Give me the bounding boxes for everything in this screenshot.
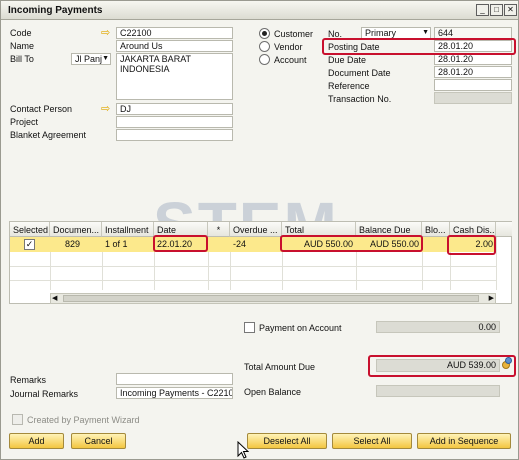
blanket-agreement-field[interactable]	[116, 129, 233, 141]
total-amount-due-label: Total Amount Due	[244, 362, 316, 372]
mouse-cursor-icon	[237, 441, 249, 459]
cell-document: 829	[65, 239, 81, 249]
reference-field[interactable]	[434, 79, 512, 91]
column-header-star[interactable]: *	[208, 222, 230, 237]
posting-date-highlight	[322, 38, 516, 55]
document-date-field[interactable]: 28.01.20	[434, 66, 512, 78]
deselect-all-button[interactable]: Deselect All	[247, 433, 327, 449]
scroll-left-icon[interactable]: ◀	[52, 294, 57, 302]
column-divider	[422, 252, 423, 290]
project-label: Project	[10, 117, 39, 127]
minimize-button[interactable]: _	[476, 4, 489, 16]
payment-wizard-label: Created by Payment Wizard	[27, 415, 140, 425]
column-divider	[282, 252, 283, 290]
title-bar[interactable]: Incoming Payments _ □ ✕	[1, 1, 518, 20]
transaction-no-field	[434, 92, 512, 104]
journal-remarks-field[interactable]: Incoming Payments - C22100	[116, 387, 233, 399]
column-header-selected[interactable]: Selected	[10, 222, 50, 237]
row-divider	[10, 266, 496, 267]
code-field[interactable]: C22100	[116, 27, 233, 39]
date-highlight	[153, 235, 208, 252]
amount-highlight	[280, 235, 423, 252]
open-balance-label: Open Balance	[244, 387, 302, 397]
transaction-no-label: Transaction No.	[328, 94, 392, 104]
bill-to-address[interactable]: JAKARTA BARAT INDONESIA	[116, 53, 233, 100]
window-title: Incoming Payments	[8, 5, 103, 16]
incoming-payments-window: Incoming Payments _ □ ✕ Code ⇨ C22100 Na…	[0, 0, 519, 460]
column-divider	[230, 252, 231, 290]
bill-to-line-2: INDONESIA	[120, 64, 170, 74]
total-amount-due-highlight	[368, 355, 516, 377]
bill-to-select[interactable]: Jl Panj ▼	[71, 53, 111, 65]
contact-person-label: Contact Person	[10, 104, 73, 114]
reference-label: Reference	[328, 81, 370, 91]
series-select-value: Primary	[365, 28, 396, 38]
add-button[interactable]: Add	[9, 433, 64, 449]
scroll-right-icon[interactable]: ▶	[489, 294, 494, 302]
payment-wizard-checkbox	[12, 414, 23, 425]
cash-discount-highlight	[447, 235, 496, 255]
close-button[interactable]: ✕	[504, 4, 517, 16]
column-divider	[450, 252, 451, 290]
maximize-button[interactable]: □	[490, 4, 503, 16]
vendor-radio[interactable]	[259, 41, 270, 52]
customer-radio[interactable]	[259, 28, 270, 39]
vendor-radio-label: Vendor	[274, 42, 303, 52]
document-date-label: Document Date	[328, 68, 391, 78]
column-header-blocked[interactable]: Blo...	[422, 222, 450, 237]
column-header-filler	[496, 222, 512, 237]
cell-overdue: -24	[233, 239, 247, 249]
cell-installment: 1 of 1	[105, 239, 128, 249]
row-select-checkbox[interactable]: ✓	[24, 239, 35, 250]
cancel-button[interactable]: Cancel	[71, 433, 126, 449]
payment-on-account-label: Payment on Account	[259, 323, 342, 333]
column-divider	[154, 252, 155, 290]
payment-on-account-checkbox[interactable]	[244, 322, 255, 333]
name-label: Name	[10, 41, 35, 51]
account-radio-label: Account	[274, 55, 307, 65]
chevron-down-icon: ▼	[422, 29, 429, 36]
select-all-button[interactable]: Select All	[332, 433, 412, 449]
code-label: Code	[10, 28, 32, 38]
customer-radio-label: Customer	[274, 29, 314, 39]
scrollbar-thumb[interactable]	[63, 295, 479, 302]
horizontal-scrollbar[interactable]: ◀ ▶	[50, 293, 496, 304]
table-row[interactable]: ✓ 829 1 of 1 22.01.20 -24 AUD 550.00 AUD…	[10, 237, 496, 252]
chevron-down-icon: ▼	[102, 55, 109, 62]
column-divider	[208, 252, 209, 290]
remarks-field[interactable]	[116, 373, 233, 385]
due-date-label: Due Date	[328, 55, 367, 65]
remarks-label: Remarks	[10, 375, 47, 385]
column-header-installment[interactable]: Installment	[102, 222, 154, 237]
column-divider	[356, 252, 357, 290]
column-divider	[102, 252, 103, 290]
link-arrow-icon[interactable]: ⇨	[101, 104, 110, 115]
bill-to-line-1: JAKARTA BARAT	[120, 54, 192, 64]
contact-person-field[interactable]: DJ	[116, 103, 233, 115]
column-divider	[496, 237, 497, 290]
open-balance-field	[376, 385, 500, 397]
payment-on-account-amount: 0.00	[376, 321, 500, 333]
column-header-overdue[interactable]: Overdue ...	[230, 222, 282, 237]
journal-remarks-label: Journal Remarks	[10, 389, 79, 399]
bill-to-label: Bill To	[10, 54, 34, 64]
bill-to-select-value: Jl Panj	[75, 54, 103, 64]
name-field[interactable]: Around Us	[116, 40, 233, 52]
documents-table: Selected Documen... Installment Date * O…	[9, 221, 512, 304]
link-arrow-icon[interactable]: ⇨	[101, 28, 110, 39]
blanket-agreement-label: Blanket Agreement	[10, 130, 87, 140]
column-divider	[50, 252, 51, 290]
add-in-sequence-button[interactable]: Add in Sequence	[417, 433, 511, 449]
column-header-document[interactable]: Documen...	[50, 222, 102, 237]
project-field[interactable]	[116, 116, 233, 128]
row-divider	[10, 280, 496, 281]
account-radio[interactable]	[259, 54, 270, 65]
